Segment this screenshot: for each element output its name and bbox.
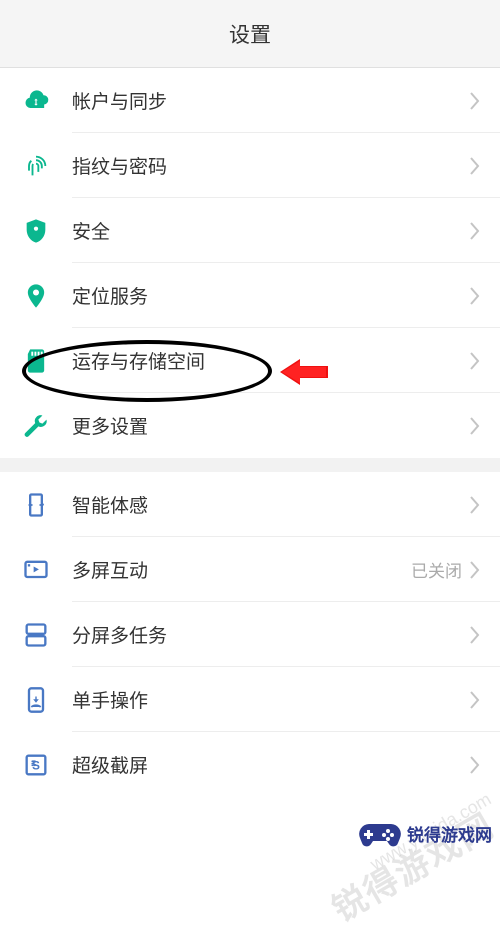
row-fingerprint-password[interactable]: 指纹与密码 (0, 133, 500, 198)
row-super-screenshot[interactable]: S 超级截屏 (0, 732, 500, 797)
chevron-right-icon (470, 691, 480, 709)
badge-text: 锐得游戏网 (407, 821, 492, 846)
row-label: 定位服务 (72, 282, 470, 309)
chevron-right-icon (470, 756, 480, 774)
row-account-sync[interactable]: 帐户与同步 (0, 68, 500, 133)
chevron-right-icon (470, 417, 480, 435)
split-screen-icon (16, 615, 56, 655)
site-badge: 锐得游戏网 (357, 816, 492, 850)
row-smart-gesture[interactable]: 智能体感 (0, 472, 500, 537)
row-label: 更多设置 (72, 412, 470, 439)
row-label: 多屏互动 (72, 556, 411, 583)
sd-card-icon (16, 341, 56, 381)
row-multiscreen[interactable]: 多屏互动 已关闭 (0, 537, 500, 602)
row-label: 安全 (72, 217, 470, 244)
chevron-right-icon (470, 287, 480, 305)
gesture-icon (16, 485, 56, 525)
chevron-right-icon (470, 157, 480, 175)
settings-group-b: 智能体感 多屏互动 已关闭 分屏多任务 单手操作 S 超级截屏 (0, 472, 500, 797)
one-hand-icon (16, 680, 56, 720)
fingerprint-icon (16, 146, 56, 186)
row-label: 智能体感 (72, 491, 470, 518)
row-one-hand[interactable]: 单手操作 (0, 667, 500, 732)
row-more-settings[interactable]: 更多设置 (0, 393, 500, 458)
section-divider (0, 458, 500, 472)
gamepad-icon (357, 816, 403, 850)
multiscreen-icon (16, 550, 56, 590)
row-label: 分屏多任务 (72, 621, 470, 648)
row-storage[interactable]: 运存与存储空间 (0, 328, 500, 393)
chevron-right-icon (470, 626, 480, 644)
row-security[interactable]: 安全 (0, 198, 500, 263)
svg-text:S: S (32, 759, 40, 772)
header: 设置 (0, 0, 500, 68)
screenshot-icon: S (16, 745, 56, 785)
cloud-sync-icon (16, 81, 56, 121)
settings-group-a: 帐户与同步 指纹与密码 安全 定位服务 运存与存储空间 更多设置 (0, 68, 500, 458)
wrench-icon (16, 406, 56, 446)
chevron-right-icon (470, 92, 480, 110)
row-label: 帐户与同步 (72, 87, 470, 114)
shield-icon (16, 211, 56, 251)
chevron-right-icon (470, 352, 480, 370)
row-label: 运存与存储空间 (72, 347, 470, 374)
row-label: 超级截屏 (72, 751, 470, 778)
chevron-right-icon (470, 496, 480, 514)
row-label: 单手操作 (72, 686, 470, 713)
row-detail: 已关闭 (411, 557, 462, 582)
chevron-right-icon (470, 222, 480, 240)
row-location[interactable]: 定位服务 (0, 263, 500, 328)
row-label: 指纹与密码 (72, 152, 470, 179)
chevron-right-icon (470, 561, 480, 579)
location-pin-icon (16, 276, 56, 316)
row-split-screen[interactable]: 分屏多任务 (0, 602, 500, 667)
page-title: 设置 (229, 19, 271, 49)
